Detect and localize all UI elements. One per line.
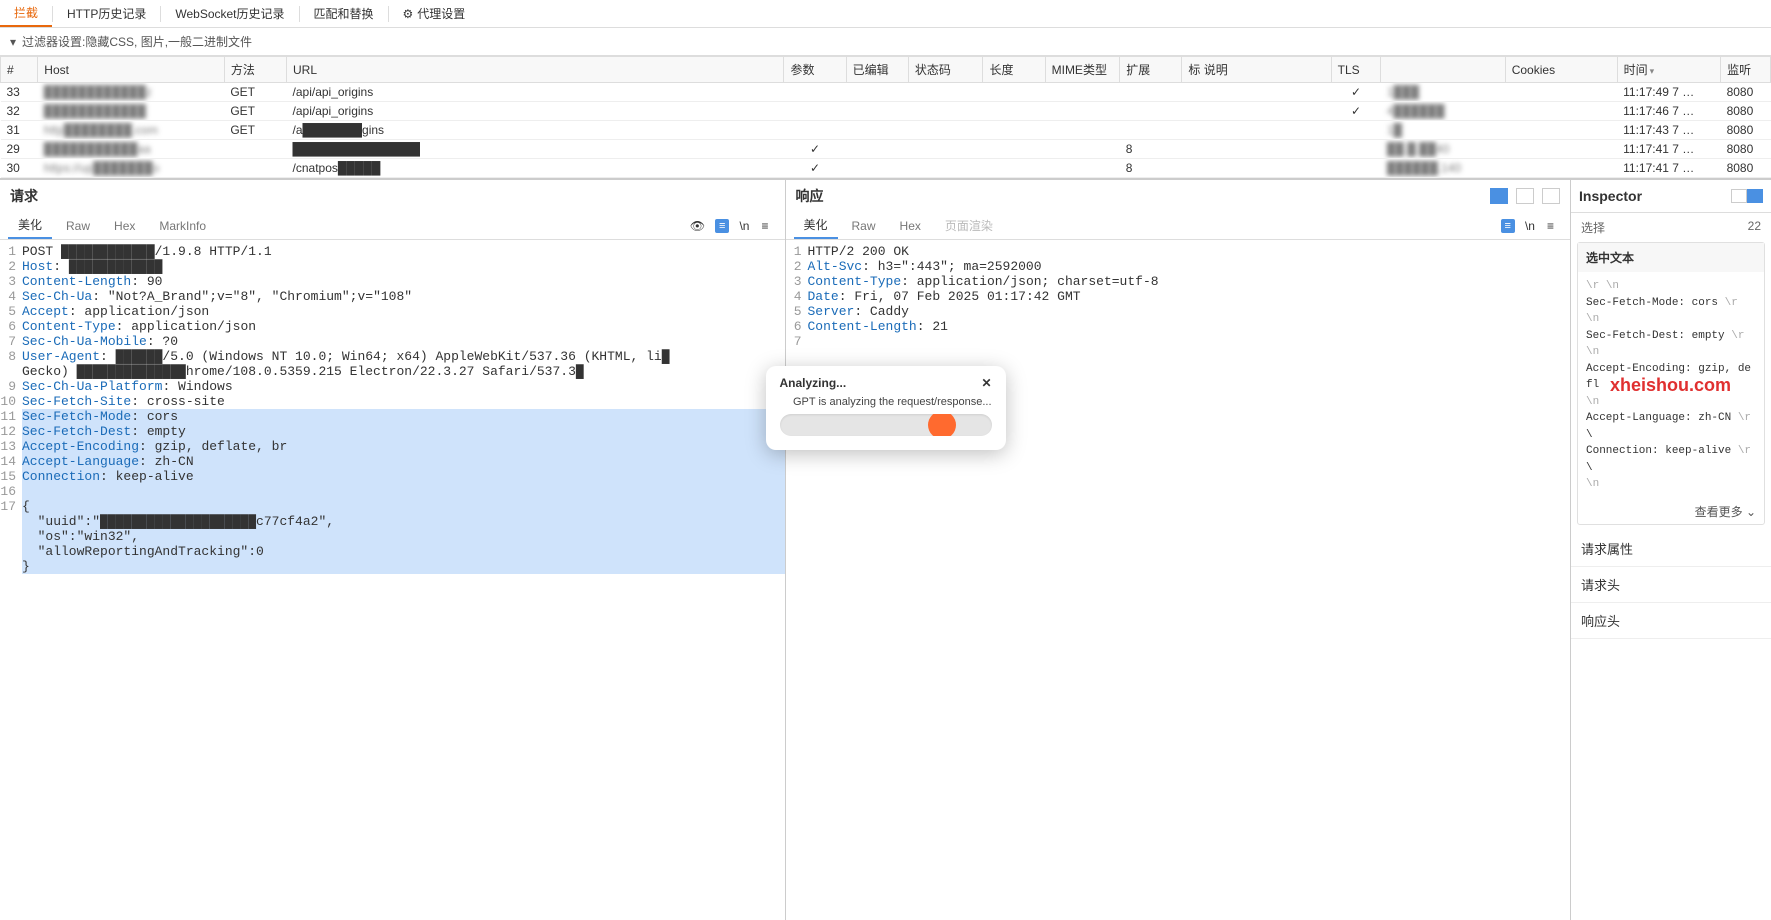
subtab-raw[interactable]: Raw bbox=[56, 215, 100, 237]
detail-panels: 请求 美化 Raw Hex MarkInfo 👁 ≡ \n ≡ 1POST ██… bbox=[0, 178, 1771, 920]
tab-proxy-settings[interactable]: ⚙代理设置 bbox=[389, 0, 480, 27]
subtab-beautify[interactable]: 美化 bbox=[794, 212, 838, 239]
table-row[interactable]: 32████████████GET/api/api_origins✓4█████… bbox=[1, 102, 1771, 121]
tab-intercept[interactable]: 拦截 bbox=[0, 0, 52, 27]
col-length[interactable]: 长度 bbox=[983, 57, 1045, 83]
filter-icon: ▾ bbox=[10, 35, 16, 49]
view-more-link[interactable]: 查看更多 ⌄ bbox=[1578, 499, 1764, 524]
progress-indicator bbox=[928, 414, 956, 436]
layout-single-icon[interactable] bbox=[1542, 188, 1560, 204]
inspector-expand-icon[interactable] bbox=[1747, 189, 1763, 203]
col-cookies[interactable]: Cookies bbox=[1505, 57, 1617, 83]
col-time[interactable]: 时间▾ bbox=[1617, 57, 1720, 83]
request-panel: 请求 美化 Raw Hex MarkInfo 👁 ≡ \n ≡ 1POST ██… bbox=[0, 180, 786, 920]
select-count: 22 bbox=[1748, 219, 1761, 236]
inspector-panel: Inspector 选择 22 选中文本 \r \nSec-Fetch-Mode… bbox=[1571, 180, 1771, 920]
col-tls[interactable]: TLS bbox=[1331, 57, 1381, 83]
col-port[interactable]: 监听 bbox=[1721, 57, 1771, 83]
col-host[interactable]: Host bbox=[38, 57, 225, 83]
gear-icon: ⚙ bbox=[403, 7, 414, 21]
modal-message: GPT is analyzing the request/response... bbox=[780, 396, 992, 408]
col-ip[interactable] bbox=[1381, 57, 1505, 83]
response-headers-section[interactable]: 响应头 bbox=[1571, 603, 1771, 639]
layout-rows-icon[interactable] bbox=[1516, 188, 1534, 204]
menu-icon[interactable]: ≡ bbox=[1545, 217, 1556, 235]
col-url[interactable]: URL bbox=[287, 57, 784, 83]
request-code[interactable]: 1POST ████████████/1.9.8 HTTP/1.12Host: … bbox=[0, 240, 785, 920]
tab-label: 代理设置 bbox=[417, 5, 465, 22]
inspector-collapse-icon[interactable] bbox=[1731, 189, 1747, 203]
subtab-hex[interactable]: Hex bbox=[104, 215, 145, 237]
subtab-markinfo[interactable]: MarkInfo bbox=[149, 215, 216, 237]
subtab-render[interactable]: 页面渲染 bbox=[935, 213, 1003, 238]
menu-icon[interactable]: ≡ bbox=[759, 217, 770, 235]
col-edited[interactable]: 已编辑 bbox=[846, 57, 908, 83]
request-subtabs: 美化 Raw Hex MarkInfo 👁 ≡ \n ≡ bbox=[0, 212, 785, 240]
analyzing-modal: Analyzing... ✕ GPT is analyzing the requ… bbox=[766, 366, 1006, 450]
table-row[interactable]: 31http████████.comGET/a███████gins1█11:1… bbox=[1, 121, 1771, 140]
badge-n-icon[interactable]: ≡ bbox=[715, 219, 729, 233]
table-row[interactable]: 29███████████aa███████████████✓8██.█.██4… bbox=[1, 140, 1771, 159]
subtab-hex[interactable]: Hex bbox=[890, 215, 931, 237]
response-code[interactable]: 1HTTP/2 200 OK2Alt-Svc: h3=":443"; ma=25… bbox=[786, 240, 1571, 920]
col-params[interactable]: 参数 bbox=[784, 57, 846, 83]
subtab-beautify[interactable]: 美化 bbox=[8, 212, 52, 239]
filter-bar[interactable]: ▾ 过滤器设置:隐藏CSS, 图片,一般二进制文件 bbox=[0, 28, 1771, 56]
chevron-down-icon: ⌄ bbox=[1746, 505, 1756, 519]
layout-columns-icon[interactable] bbox=[1490, 188, 1508, 204]
col-mime[interactable]: MIME类型 bbox=[1045, 57, 1120, 83]
col-title[interactable]: 标 说明 bbox=[1182, 57, 1331, 83]
col-method[interactable]: 方法 bbox=[224, 57, 286, 83]
progress-bar bbox=[780, 414, 992, 436]
close-icon[interactable]: ✕ bbox=[981, 376, 991, 390]
top-tabs: 拦截 HTTP历史记录 WebSocket历史记录 匹配和替换 ⚙代理设置 bbox=[0, 0, 1771, 28]
table-row[interactable]: 30https://up███████o/cnatpos█████✓8█████… bbox=[1, 159, 1771, 178]
inspector-title: Inspector bbox=[1579, 188, 1642, 204]
request-title: 请求 bbox=[10, 186, 38, 206]
table-header-row: # Host 方法 URL 参数 已编辑 状态码 长度 MIME类型 扩展 标 … bbox=[1, 57, 1771, 83]
response-title: 响应 bbox=[796, 186, 824, 206]
badge-n-icon[interactable]: ≡ bbox=[1501, 219, 1515, 233]
newline-icon[interactable]: \n bbox=[1523, 217, 1537, 235]
tab-ws-history[interactable]: WebSocket历史记录 bbox=[161, 0, 298, 27]
request-attributes-section[interactable]: 请求属性 bbox=[1571, 531, 1771, 567]
modal-title: Analyzing... bbox=[780, 376, 847, 390]
col-num[interactable]: # bbox=[1, 57, 38, 83]
selected-text-box: 选中文本 \r \nSec-Fetch-Mode: cors \r \nSec-… bbox=[1577, 242, 1765, 525]
history-table: # Host 方法 URL 参数 已编辑 状态码 长度 MIME类型 扩展 标 … bbox=[0, 56, 1771, 178]
filter-text: 过滤器设置:隐藏CSS, 图片,一般二进制文件 bbox=[22, 33, 252, 50]
request-headers-section[interactable]: 请求头 bbox=[1571, 567, 1771, 603]
col-status[interactable]: 状态码 bbox=[908, 57, 983, 83]
eye-off-icon[interactable]: 👁 bbox=[688, 217, 707, 235]
table-row[interactable]: 33████████████zGET/api/api_origins✓1███1… bbox=[1, 83, 1771, 102]
subtab-raw[interactable]: Raw bbox=[842, 215, 886, 237]
col-ext[interactable]: 扩展 bbox=[1120, 57, 1182, 83]
selected-text-body: \r \nSec-Fetch-Mode: cors \r \nSec-Fetch… bbox=[1578, 272, 1764, 499]
selected-text-head: 选中文本 bbox=[1578, 243, 1764, 272]
select-label: 选择 bbox=[1581, 219, 1605, 236]
response-panel: 响应 美化 Raw Hex 页面渲染 ≡ \n ≡ 1HTTP/2 200 OK… bbox=[786, 180, 1572, 920]
sort-desc-icon: ▾ bbox=[1650, 66, 1655, 76]
tab-match-replace[interactable]: 匹配和替换 bbox=[300, 0, 388, 27]
tab-http-history[interactable]: HTTP历史记录 bbox=[53, 0, 160, 27]
newline-icon[interactable]: \n bbox=[737, 217, 751, 235]
response-subtabs: 美化 Raw Hex 页面渲染 ≡ \n ≡ bbox=[786, 212, 1571, 240]
